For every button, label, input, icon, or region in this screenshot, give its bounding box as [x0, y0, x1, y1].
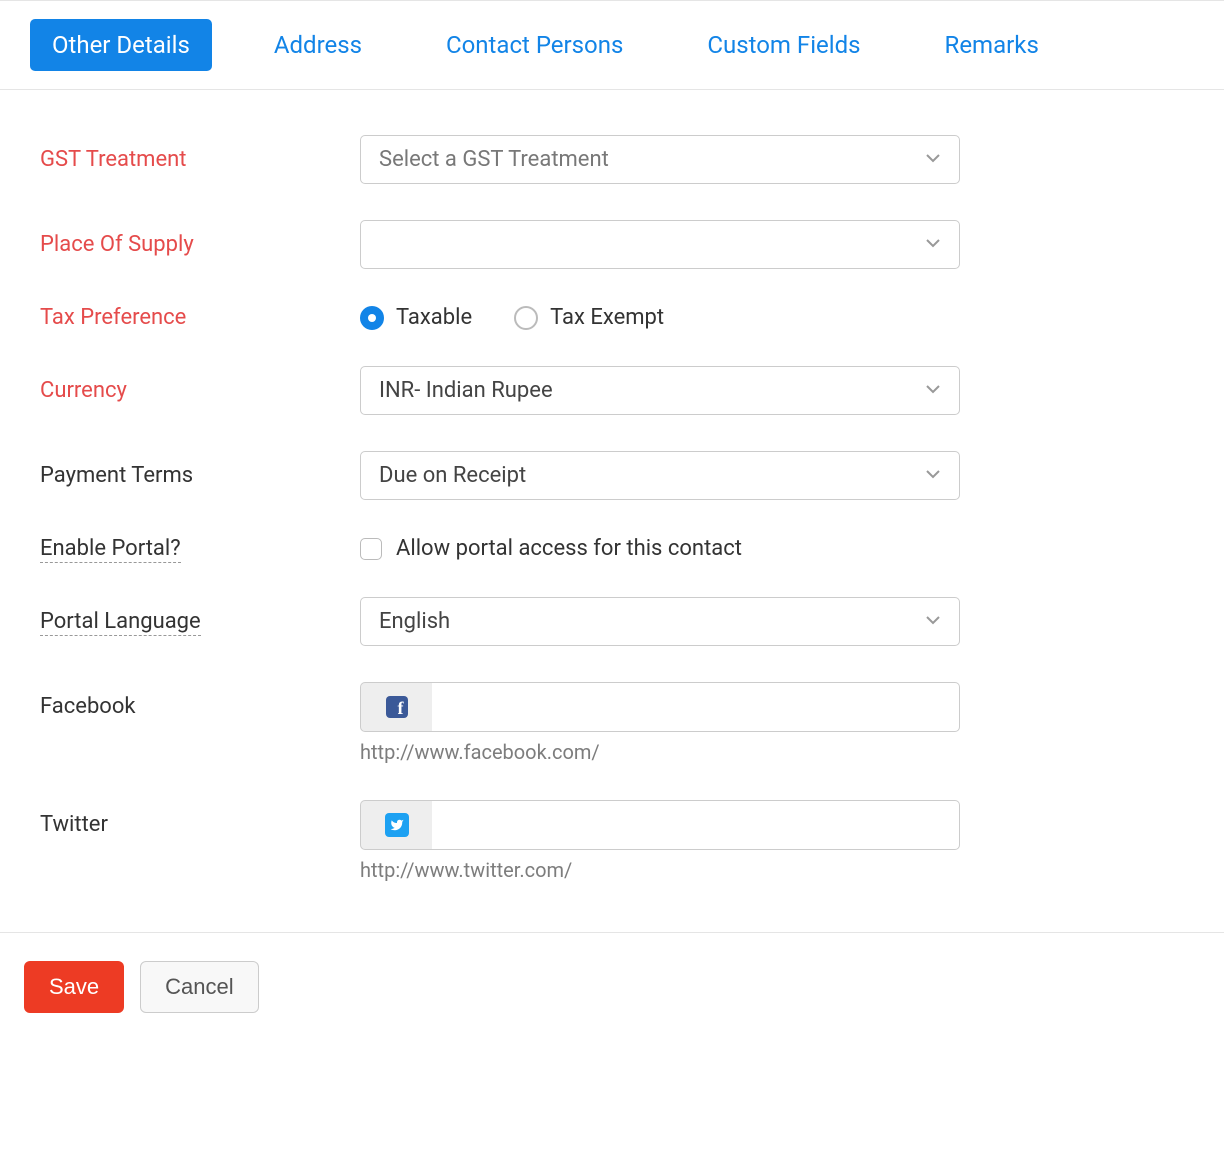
tab-custom-fields[interactable]: Custom Fields: [685, 19, 882, 71]
label-twitter: Twitter: [40, 812, 108, 837]
tab-address[interactable]: Address: [252, 19, 384, 71]
tab-bar: Other Details Address Contact Persons Cu…: [0, 0, 1224, 90]
label-place-of-supply: Place Of Supply: [40, 232, 194, 257]
tab-other-details[interactable]: Other Details: [30, 19, 212, 71]
radio-label-exempt: Tax Exempt: [550, 305, 664, 330]
radio-taxable[interactable]: Taxable: [360, 305, 472, 330]
label-enable-portal: Enable Portal?: [40, 536, 181, 563]
select-currency-value: INR- Indian Rupee: [379, 378, 553, 403]
label-facebook: Facebook: [40, 694, 136, 719]
radio-indicator-taxable: [360, 306, 384, 330]
label-gst-treatment: GST Treatment: [40, 147, 186, 172]
chevron-down-icon: [925, 232, 941, 257]
select-portal-language-value: English: [379, 609, 450, 634]
form-other-details: GST Treatment Select a GST Treatment Pla…: [0, 90, 1224, 932]
select-portal-language[interactable]: English: [360, 597, 960, 646]
label-portal-language: Portal Language: [40, 609, 201, 636]
checkbox-enable-portal[interactable]: [360, 538, 382, 560]
select-payment-terms-value: Due on Receipt: [379, 463, 526, 488]
label-currency: Currency: [40, 378, 127, 403]
checkbox-label-enable-portal: Allow portal access for this contact: [396, 536, 742, 561]
select-place-of-supply[interactable]: [360, 220, 960, 269]
select-gst-treatment-value: Select a GST Treatment: [379, 147, 609, 172]
chevron-down-icon: [925, 463, 941, 488]
input-facebook[interactable]: [432, 682, 960, 732]
select-currency[interactable]: INR- Indian Rupee: [360, 366, 960, 415]
cancel-button[interactable]: Cancel: [140, 961, 258, 1013]
facebook-icon: [386, 696, 408, 718]
input-twitter[interactable]: [432, 800, 960, 850]
label-tax-preference: Tax Preference: [40, 305, 186, 330]
select-payment-terms[interactable]: Due on Receipt: [360, 451, 960, 500]
label-payment-terms: Payment Terms: [40, 463, 193, 488]
footer-bar: Save Cancel: [0, 932, 1224, 1041]
save-button[interactable]: Save: [24, 961, 124, 1013]
radio-label-taxable: Taxable: [396, 305, 472, 330]
twitter-icon: [385, 813, 409, 837]
tab-contact-persons[interactable]: Contact Persons: [424, 19, 645, 71]
hint-twitter: http://www.twitter.com/: [360, 858, 960, 882]
hint-facebook: http://www.facebook.com/: [360, 740, 960, 764]
select-gst-treatment[interactable]: Select a GST Treatment: [360, 135, 960, 184]
facebook-addon: [360, 682, 432, 732]
chevron-down-icon: [925, 378, 941, 403]
twitter-addon: [360, 800, 432, 850]
chevron-down-icon: [925, 609, 941, 634]
tab-remarks[interactable]: Remarks: [923, 19, 1061, 71]
radio-indicator-exempt: [514, 306, 538, 330]
chevron-down-icon: [925, 147, 941, 172]
radio-tax-exempt[interactable]: Tax Exempt: [514, 305, 664, 330]
